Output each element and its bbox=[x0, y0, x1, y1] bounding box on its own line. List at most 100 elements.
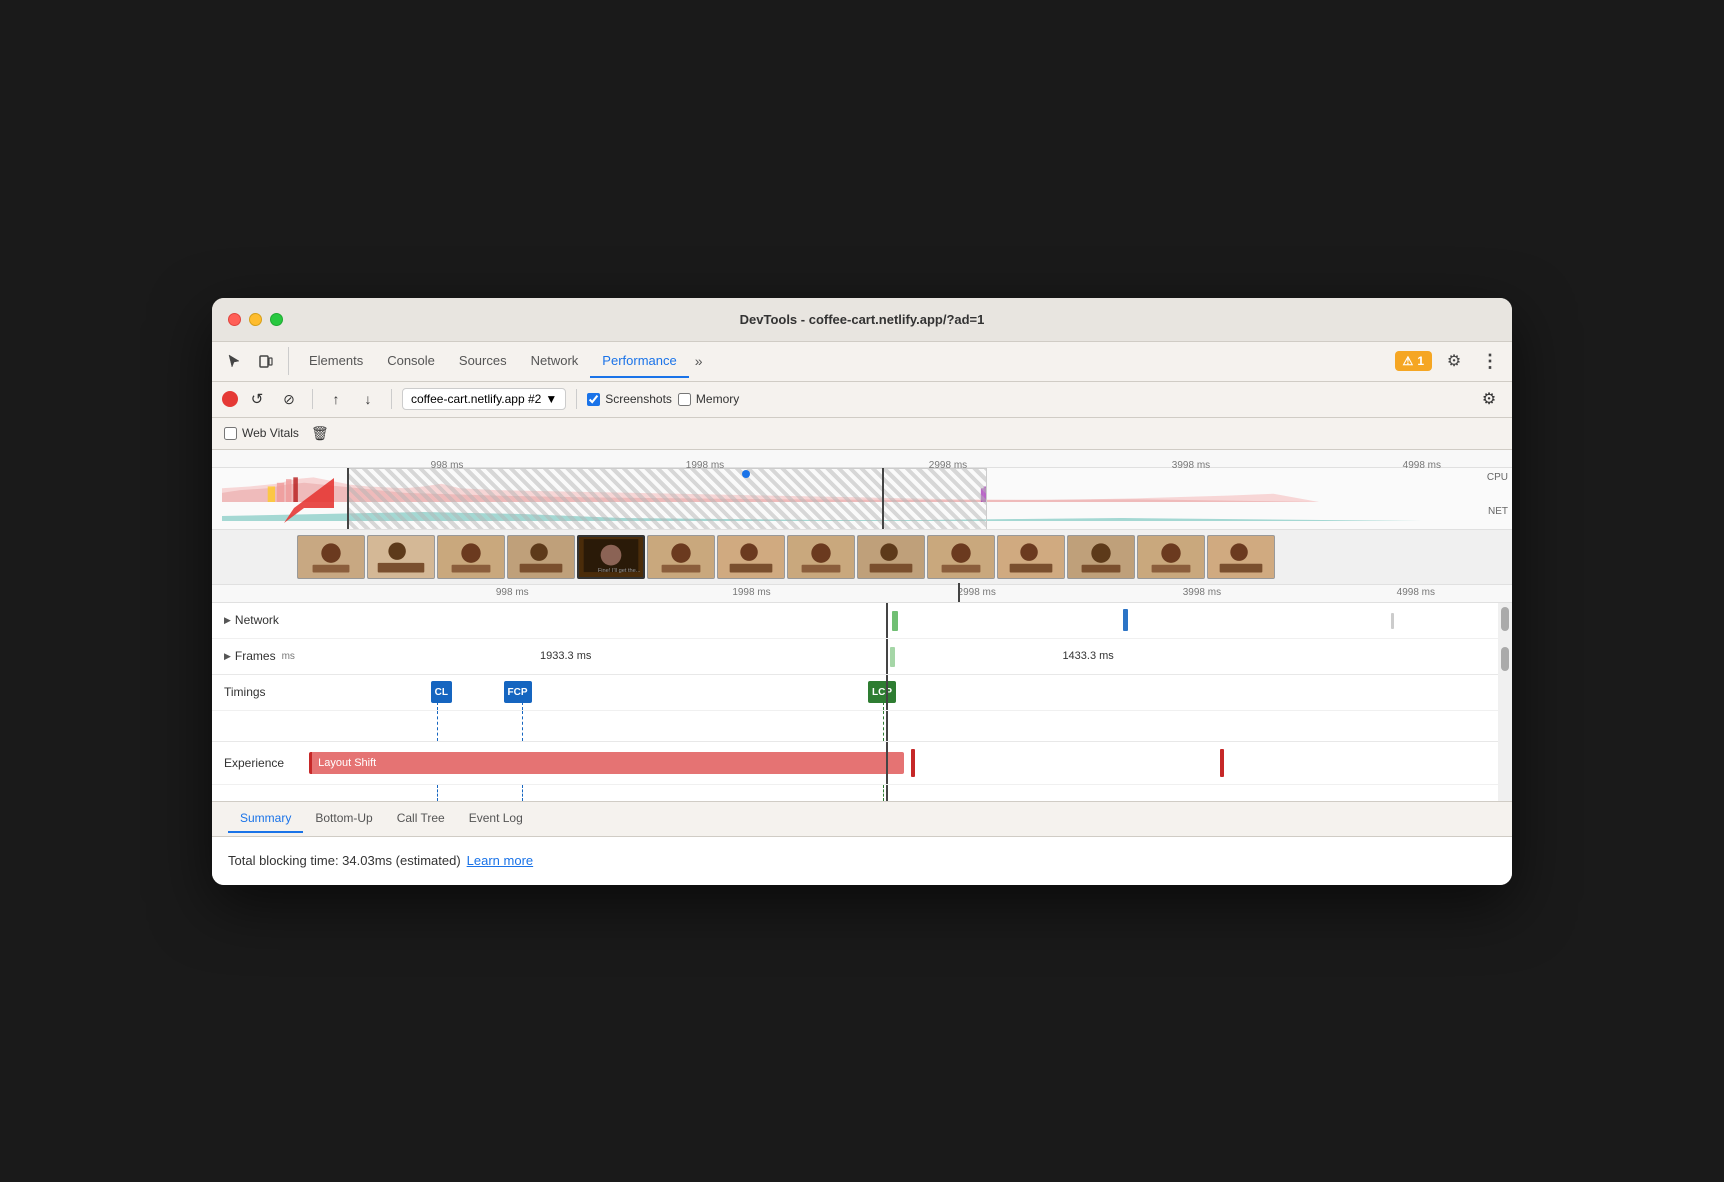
screenshot-thumb-11[interactable] bbox=[997, 535, 1065, 579]
device-icon[interactable] bbox=[252, 347, 280, 375]
profile-dropdown-icon: ▼ bbox=[545, 392, 557, 406]
tab-event-log[interactable]: Event Log bbox=[457, 805, 535, 833]
exp-marker-right bbox=[1220, 749, 1224, 777]
red-arrow-indicator bbox=[284, 473, 339, 528]
network-bar-2 bbox=[1123, 609, 1128, 631]
scrollbar-thumb-network[interactable] bbox=[1501, 607, 1509, 631]
screenshot-thumb-10[interactable] bbox=[927, 535, 995, 579]
memory-label: Memory bbox=[696, 392, 739, 406]
tab-bottom-up[interactable]: Bottom-Up bbox=[303, 805, 384, 833]
vertical-scrollbar[interactable] bbox=[1498, 603, 1512, 801]
timeline-selection-overlay[interactable] bbox=[347, 468, 987, 530]
frames-track-label[interactable]: ▶ Frames ms bbox=[212, 649, 297, 663]
issues-badge[interactable]: ⚠ 1 bbox=[1395, 351, 1432, 371]
experience-track-content: Layout Shift bbox=[297, 742, 1512, 784]
profile-name: coffee-cart.netlify.app #2 bbox=[411, 392, 541, 406]
experience-track-label[interactable]: Experience bbox=[212, 756, 297, 770]
screenshot-thumb-7[interactable] bbox=[717, 535, 785, 579]
bottom-content-area: Total blocking time: 34.03ms (estimated)… bbox=[212, 837, 1512, 885]
more-tabs-icon[interactable]: » bbox=[689, 349, 709, 373]
performance-settings-icon[interactable]: ⚙ bbox=[1476, 386, 1502, 412]
bottom-ruler-mark-3: 2998 ms bbox=[958, 587, 996, 598]
screenshot-thumb-9[interactable] bbox=[857, 535, 925, 579]
web-vitals-bar: Web Vitals 🗑 bbox=[212, 418, 1512, 450]
layout-shift-end-marker bbox=[911, 749, 915, 777]
screenshots-checkbox-label[interactable]: Screenshots bbox=[587, 392, 672, 406]
network-bar-3 bbox=[1391, 613, 1394, 629]
screenshot-thumb-5-selected[interactable]: Fine! I'll get the... bbox=[577, 535, 645, 579]
experience-extension-row bbox=[212, 785, 1512, 801]
clear-button[interactable]: ⊘ bbox=[276, 386, 302, 412]
layout-shift-bar[interactable]: Layout Shift bbox=[309, 752, 904, 774]
settings-icon[interactable]: ⚙ bbox=[1440, 347, 1468, 375]
screenshot-thumb-3[interactable] bbox=[437, 535, 505, 579]
network-track-label[interactable]: ▶ Network bbox=[212, 613, 297, 627]
screenshot-thumb-2[interactable] bbox=[367, 535, 435, 579]
more-options-icon[interactable]: ⋮ bbox=[1476, 347, 1504, 375]
timing-badge-fcp[interactable]: FCP bbox=[504, 681, 532, 703]
timings-track-label[interactable]: Timings bbox=[212, 685, 297, 699]
scrollbar-thumb-frames[interactable] bbox=[1501, 647, 1509, 671]
timeline-bottom-ruler: 998 ms 1998 ms 2998 ms 3998 ms 4998 ms bbox=[212, 585, 1512, 603]
cursor-icon[interactable] bbox=[220, 347, 248, 375]
upload-button[interactable]: ↑ bbox=[323, 386, 349, 412]
frames-expand-icon[interactable]: ▶ bbox=[224, 651, 231, 662]
tab-summary[interactable]: Summary bbox=[228, 805, 303, 833]
timings-label-text: Timings bbox=[224, 685, 266, 699]
overview-panel[interactable]: 998 ms 1998 ms 2998 ms 3998 ms 4998 ms bbox=[212, 450, 1512, 530]
toolbar-separator-2 bbox=[391, 389, 392, 409]
frames-time-1: 1933.3 ms bbox=[540, 650, 591, 662]
selection-start-line bbox=[347, 468, 349, 530]
frames-label-text: Frames bbox=[235, 649, 276, 663]
close-button[interactable] bbox=[228, 313, 241, 326]
fcp-dashed-line bbox=[522, 697, 523, 710]
frames-time-2: 1433.3 ms bbox=[1062, 650, 1113, 662]
tab-right-actions: ⚠ 1 ⚙ ⋮ bbox=[1395, 347, 1504, 375]
minimize-button[interactable] bbox=[249, 313, 262, 326]
tab-elements[interactable]: Elements bbox=[297, 345, 375, 378]
profile-selector[interactable]: coffee-cart.netlify.app #2 ▼ bbox=[402, 388, 566, 410]
lcp-dashed-line bbox=[883, 697, 884, 710]
network-bar-1 bbox=[892, 611, 898, 631]
fcp-dashed-exp-ext bbox=[522, 785, 523, 801]
performance-toolbar: ↺ ⊘ ↑ ↓ coffee-cart.netlify.app #2 ▼ Scr… bbox=[212, 382, 1512, 418]
layout-shift-label: Layout Shift bbox=[318, 757, 376, 769]
screenshots-label: Screenshots bbox=[605, 392, 672, 406]
web-vitals-checkbox-label[interactable]: Web Vitals bbox=[224, 426, 299, 440]
tab-performance[interactable]: Performance bbox=[590, 345, 688, 378]
tab-call-tree[interactable]: Call Tree bbox=[385, 805, 457, 833]
screenshot-thumb-6[interactable] bbox=[647, 535, 715, 579]
screenshot-thumb-12[interactable] bbox=[1067, 535, 1135, 579]
cl-dashed-exp-ext bbox=[437, 785, 438, 801]
selection-end-line bbox=[882, 468, 884, 530]
timings-label-spacer bbox=[212, 711, 297, 741]
screenshot-thumb-8[interactable] bbox=[787, 535, 855, 579]
screenshot-thumb-13[interactable] bbox=[1137, 535, 1205, 579]
web-vitals-trash-icon[interactable]: 🗑 bbox=[307, 420, 333, 446]
devtools-window: DevTools - coffee-cart.netlify.app/?ad=1… bbox=[212, 298, 1512, 885]
network-track-content bbox=[297, 603, 1512, 638]
network-expand-icon[interactable]: ▶ bbox=[224, 615, 231, 626]
download-button[interactable]: ↓ bbox=[355, 386, 381, 412]
window-title: DevTools - coffee-cart.netlify.app/?ad=1 bbox=[740, 312, 985, 327]
reload-button[interactable]: ↺ bbox=[244, 386, 270, 412]
screenshots-checkbox[interactable] bbox=[587, 393, 600, 406]
timings-track-row: Timings CL FCP LCP bbox=[212, 675, 1512, 711]
memory-checkbox[interactable] bbox=[678, 393, 691, 406]
tab-console[interactable]: Console bbox=[375, 345, 447, 378]
frames-track-row: ▶ Frames ms 1933.3 ms 1433.3 ms bbox=[212, 639, 1512, 675]
record-button[interactable] bbox=[222, 391, 238, 407]
experience-label-text: Experience bbox=[224, 756, 284, 770]
maximize-button[interactable] bbox=[270, 313, 283, 326]
timing-badge-cl[interactable]: CL bbox=[431, 681, 452, 703]
screenshot-thumb-1[interactable] bbox=[297, 535, 365, 579]
web-vitals-checkbox[interactable] bbox=[224, 427, 237, 440]
net-label: NET bbox=[1488, 506, 1508, 517]
screenshot-thumb-4[interactable] bbox=[507, 535, 575, 579]
screenshot-thumb-14[interactable] bbox=[1207, 535, 1275, 579]
tab-sources[interactable]: Sources bbox=[447, 345, 519, 378]
cpu-label: CPU bbox=[1487, 472, 1508, 483]
tab-network[interactable]: Network bbox=[519, 345, 591, 378]
memory-checkbox-label[interactable]: Memory bbox=[678, 392, 739, 406]
learn-more-link[interactable]: Learn more bbox=[467, 853, 533, 868]
